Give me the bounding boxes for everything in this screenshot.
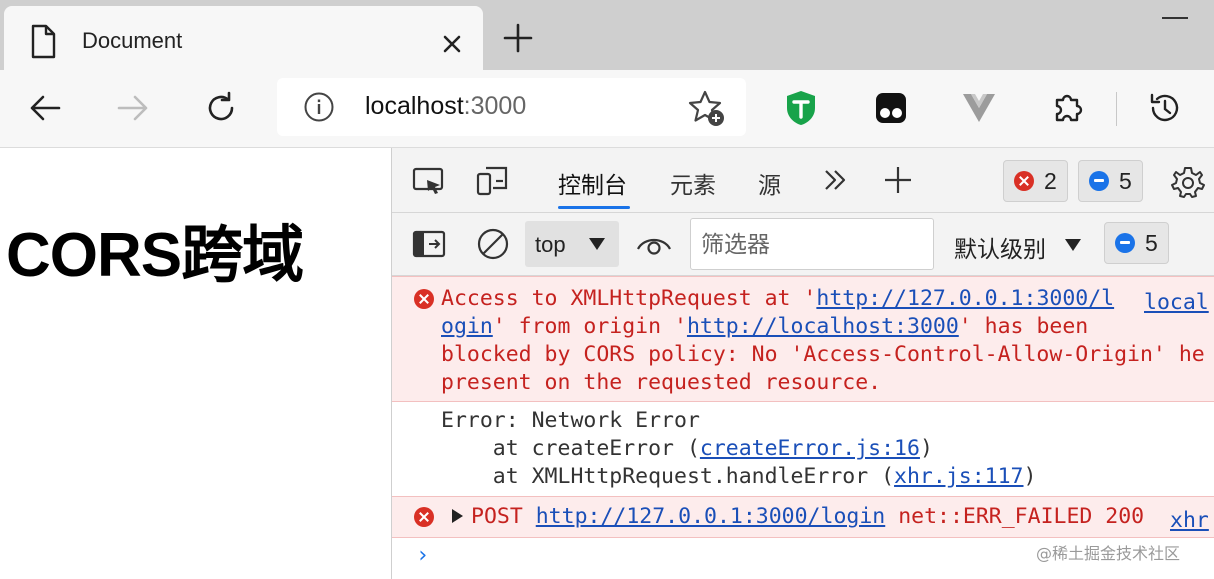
message-line: present on the requested resource. [441, 370, 882, 395]
add-tab-icon[interactable] [882, 164, 914, 196]
toolbar-separator [1116, 92, 1117, 126]
document-icon [31, 24, 56, 59]
console-output: Access to XMLHttpRequest at 'http://127.… [392, 276, 1214, 579]
devtools-panel: 控制台 元素 源 2 5 top 筛选器 默认级别 5 Access to XM… [392, 148, 1214, 579]
tab-sources[interactable]: 源 [758, 166, 781, 200]
close-icon[interactable] [436, 28, 468, 60]
context-selector[interactable]: top [525, 221, 619, 267]
console-network-error[interactable]: POST http://127.0.0.1:3000/login net::ER… [392, 496, 1214, 538]
active-tab-indicator [558, 206, 630, 209]
console-toolbar: top 默认级别 5 [392, 213, 1214, 276]
message-count: 5 [1119, 167, 1132, 194]
message-icon [1115, 233, 1135, 253]
filter-input[interactable] [690, 218, 934, 270]
vue-icon [963, 94, 995, 122]
request-url-link[interactable]: ogin [441, 314, 493, 339]
console-error-message: Access to XMLHttpRequest at 'http://127.… [392, 276, 1214, 402]
sidebar-toggle-icon[interactable] [412, 229, 446, 259]
back-button[interactable] [22, 85, 68, 131]
extension-vue-button[interactable] [956, 85, 1002, 131]
clear-console-icon[interactable] [476, 227, 510, 261]
log-levels-dropdown[interactable]: 默认级别 [954, 230, 1046, 264]
request-url-link[interactable]: http://127.0.0.1:3000/l [816, 286, 1114, 311]
error-count-badge[interactable]: 2 [1003, 160, 1068, 202]
chevron-down-icon [589, 238, 605, 250]
page-heading: CORS跨域 [6, 221, 304, 290]
add-favorite-icon[interactable] [687, 88, 727, 128]
context-label: top [535, 232, 566, 257]
error-icon [414, 289, 434, 309]
tab-elements[interactable]: 元素 [670, 166, 716, 200]
inspect-element-icon[interactable] [412, 166, 446, 198]
history-icon [1150, 93, 1179, 122]
request-url-link[interactable]: http://127.0.0.1:3000/login [536, 504, 886, 529]
source-link[interactable]: local [1144, 289, 1209, 317]
url-host: localhost [365, 92, 464, 120]
url-text[interactable]: localhost:3000 [365, 92, 526, 121]
gear-icon[interactable] [1170, 164, 1206, 200]
refresh-button[interactable] [198, 85, 244, 131]
message-icon [1089, 171, 1109, 191]
url-port: :3000 [463, 92, 527, 120]
extension-shield-button[interactable] [778, 85, 824, 131]
puzzle-icon [1055, 94, 1083, 122]
error-icon [414, 507, 434, 527]
address-bar[interactable]: localhost:3000 [277, 78, 746, 136]
stack-line: at createError (createError.js:16) [441, 436, 933, 461]
info-icon[interactable] [303, 91, 335, 123]
error-icon [1014, 171, 1034, 191]
source-link[interactable]: xhr [1170, 507, 1209, 535]
browser-tab[interactable]: Document [4, 6, 483, 72]
browser-toolbar: localhost:3000 [0, 70, 1214, 148]
console-prompt[interactable]: › [416, 542, 429, 570]
message-line: Access to XMLHttpRequest at 'http://127.… [441, 286, 1115, 311]
error-count: 2 [1044, 167, 1057, 194]
extensions-button[interactable] [1045, 85, 1091, 131]
forward-button[interactable] [110, 85, 156, 131]
issues-count: 5 [1145, 229, 1158, 256]
back-arrow-icon [30, 95, 61, 121]
message-line: POST http://127.0.0.1:3000/login net::ER… [452, 503, 1144, 531]
stack-source-link[interactable]: createError.js:16 [700, 436, 920, 461]
devtools-main-toolbar: 控制台 元素 源 2 5 [392, 148, 1214, 213]
device-toolbar-icon[interactable] [476, 164, 510, 198]
console-log-message: Error: Network Error at createError (cre… [392, 401, 1214, 496]
minimize-button[interactable] [1162, 17, 1188, 19]
origin-link[interactable]: http://localhost:3000 [687, 314, 959, 339]
message-line: blocked by CORS policy: No 'Access-Contr… [441, 342, 1205, 367]
stack-line: Error: Network Error [441, 408, 700, 433]
stack-source-link[interactable]: xhr.js:117 [894, 464, 1023, 489]
stack-line: at XMLHttpRequest.handleError (xhr.js:11… [441, 464, 1037, 489]
tab-console[interactable]: 控制台 [558, 166, 627, 200]
message-count-badge[interactable]: 5 [1078, 160, 1143, 202]
expand-triangle-icon[interactable] [452, 509, 463, 523]
eye-icon[interactable] [636, 233, 672, 257]
tampermonkey-icon [876, 93, 906, 123]
refresh-icon [208, 91, 234, 121]
forward-arrow-icon [117, 95, 148, 121]
tab-title: Document [82, 28, 183, 53]
issues-badge[interactable]: 5 [1104, 222, 1169, 264]
history-button[interactable] [1142, 85, 1188, 131]
chevron-down-icon [1065, 239, 1081, 251]
page-viewport: CORS跨域 [0, 148, 392, 579]
new-tab-icon[interactable] [500, 20, 536, 56]
extension-tampermonkey-button[interactable] [868, 85, 914, 131]
more-tabs-icon[interactable] [822, 168, 848, 192]
watermark: @稀土掘金技术社区 [1036, 544, 1181, 563]
shield-icon [787, 91, 815, 125]
tab-strip: Document [0, 0, 1214, 72]
message-line: ogin' from origin 'http://localhost:3000… [441, 314, 1089, 339]
